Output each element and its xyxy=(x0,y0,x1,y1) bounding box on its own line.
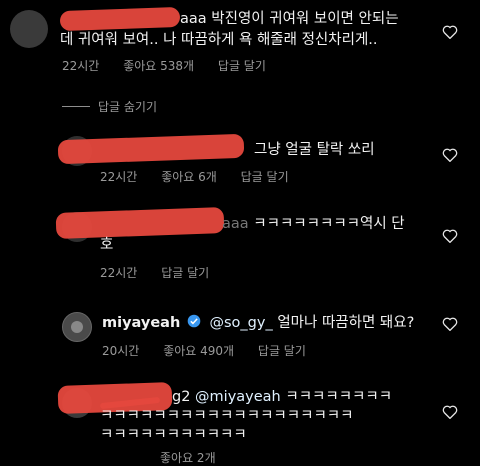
comment-time: 22시간 xyxy=(62,59,100,73)
comment-prefix: g2 xyxy=(172,389,191,405)
comment-text: miyayeah @so_gy_ 얼마나 따끔하면 돼요? xyxy=(102,313,414,334)
comment-prefix: aaa xyxy=(222,216,249,232)
hide-replies-button[interactable]: 답글 숨기기 xyxy=(98,98,157,115)
comment-text-line2: ㅋㅋㅋㅋㅋㅋㅋㅋㅋㅋㅋㅋㅋㅋㅋㅋㅋㅋㅋ xyxy=(100,408,354,424)
comment-body: 박진영이 귀여워 보이면 안되는 xyxy=(211,11,399,27)
comment-meta: 20시간 좋아요 490개 답글 달기 xyxy=(102,342,326,359)
redacted-username xyxy=(55,207,225,239)
avatar-inner xyxy=(71,321,83,333)
avatar[interactable] xyxy=(62,312,92,342)
comment-meta: 22시간 좋아요 538개 답글 달기 xyxy=(62,57,286,74)
comment-text-line2: 호 xyxy=(100,237,114,253)
comment-body: ㅋㅋㅋㅋㅋㅋㅋㅋ xyxy=(285,389,393,405)
heart-icon[interactable] xyxy=(442,229,458,243)
comment-time: 22시간 xyxy=(100,170,138,184)
heart-icon[interactable] xyxy=(442,405,458,419)
avatar[interactable] xyxy=(10,10,48,48)
comment-likes[interactable]: 좋아요 490개 xyxy=(163,344,234,358)
comment-meta: 22시간 좋아요 6개 답글 달기 xyxy=(100,168,309,185)
reply-button[interactable]: 답글 달기 xyxy=(218,59,266,73)
comment-likes[interactable]: 좋아요 6개 xyxy=(161,170,217,184)
reply-button[interactable]: 답글 달기 xyxy=(258,344,306,358)
comment-username[interactable]: miyayeah xyxy=(102,315,180,331)
comment-text: g2 @miyayeah ㅋㅋㅋㅋㅋㅋㅋㅋ xyxy=(172,387,392,408)
comment-text: 그냥 얼굴 탈락 쏘리 xyxy=(254,142,375,158)
heart-icon[interactable] xyxy=(442,317,458,331)
comment-text-line3: ㅋㅋㅋㅋㅋㅋㅋㅋㅋㅋㅋ xyxy=(100,427,247,443)
comment-mention[interactable]: @miyayeah xyxy=(195,389,281,405)
comment-time: 20시간 xyxy=(102,344,140,358)
comment-meta: 22시간 답글 달기 xyxy=(100,264,229,281)
comment-body: 얼마나 따끔하면 돼요? xyxy=(277,315,415,331)
redacted-username xyxy=(57,133,245,165)
comment-likes[interactable]: 좋아요 2개 xyxy=(160,451,216,465)
redacted-username xyxy=(59,6,181,32)
heart-icon[interactable] xyxy=(442,25,458,39)
reply-button[interactable]: 답글 달기 xyxy=(161,266,209,280)
comment-time: 22시간 xyxy=(100,266,138,280)
hide-replies-line xyxy=(62,106,90,107)
comment-likes[interactable]: 좋아요 538개 xyxy=(123,59,194,73)
comment-text-line2: 데 귀여워 보여.. 나 따끔하게 욕 해줄래 정신차리게.. xyxy=(60,32,378,48)
reply-button[interactable]: 답글 달기 xyxy=(241,170,289,184)
comment-text: aaa 박진영이 귀여워 보이면 안되는 xyxy=(180,9,399,30)
heart-icon[interactable] xyxy=(442,148,458,162)
comment-meta: 좋아요 2개 xyxy=(160,449,236,466)
comment-body: ㅋㅋㅋㅋㅋㅋㅋㅋ역시 단 xyxy=(253,216,405,232)
verified-badge-icon xyxy=(187,314,201,328)
comment-mention[interactable]: @so_gy_ xyxy=(209,315,272,331)
comment-prefix: aaa xyxy=(180,11,207,27)
comment-text: aaa ㅋㅋㅋㅋㅋㅋㅋㅋ역시 단 xyxy=(222,214,405,235)
